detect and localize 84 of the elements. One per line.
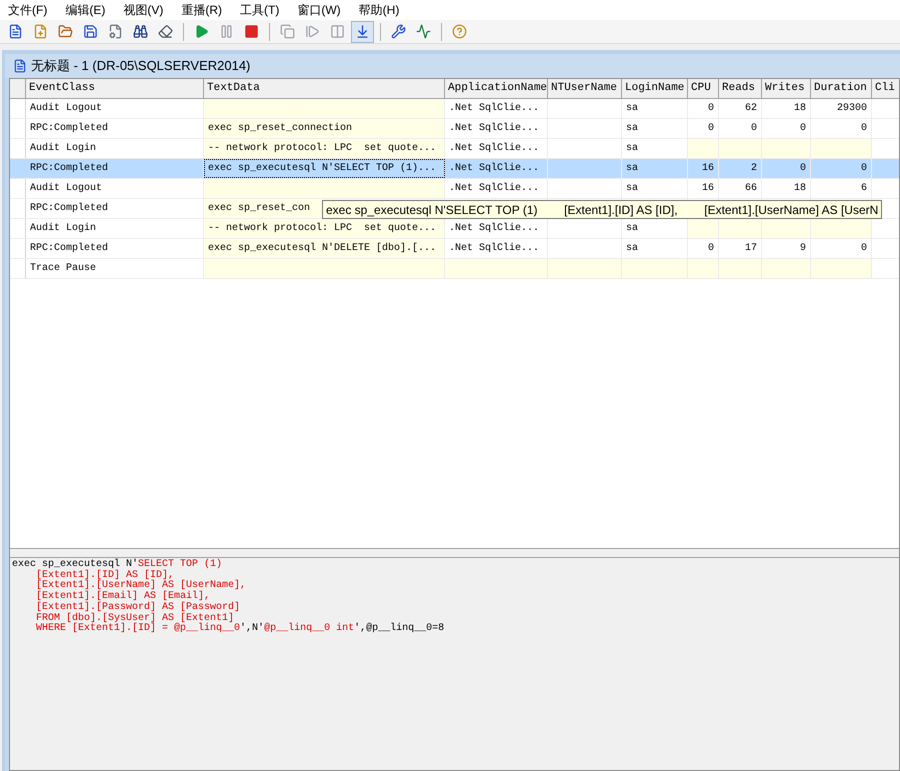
- selected-row[interactable]: RPC:Completed exec sp_executesql N'SELECT TOP (1)... .Net SqlClie... sa 16 2 0 0: [10, 159, 899, 179]
- table-cell: 62: [719, 99, 762, 118]
- table-cell: 2: [719, 159, 762, 178]
- splitter-bar[interactable]: [10, 548, 899, 558]
- table-cell: .Net SqlClie...: [445, 119, 548, 138]
- stop-icon: [244, 24, 259, 39]
- column-header[interactable]: Reads: [719, 79, 762, 98]
- menu-item[interactable]: 窗口(W): [293, 1, 345, 19]
- code-line: WHERE [Extent1].[ID] = @p__linq__0',N'@p__linq__0 int',@p__linq__0=8: [35, 624, 446, 635]
- pause-icon: [219, 24, 234, 39]
- column-header[interactable]: LoginName: [622, 79, 688, 98]
- table-cell: 0: [811, 239, 872, 258]
- table-cell: exec sp_executesql N'DELETE [dbo].[...: [204, 239, 445, 258]
- menu-item[interactable]: 重播(R): [177, 1, 226, 19]
- table-cell: 18: [762, 99, 811, 118]
- column-header[interactable]: TextData: [204, 79, 445, 98]
- table-cell: .Net SqlClie...: [445, 139, 548, 158]
- binoculars-icon: [133, 24, 148, 39]
- table-cell: 0: [719, 119, 762, 138]
- table-cell: sa: [622, 99, 688, 118]
- table-cell: sa: [622, 159, 688, 178]
- help-icon: [452, 24, 467, 39]
- folder-icon: [58, 24, 73, 39]
- table-cell: 18: [762, 179, 811, 198]
- play-icon: [194, 24, 209, 39]
- toolbar-button[interactable]: [351, 20, 374, 42]
- column-header[interactable]: Writes: [762, 79, 811, 98]
- column-header[interactable]: NTUserName: [548, 79, 622, 98]
- column-header[interactable]: Cli: [872, 79, 900, 98]
- table-cell: -- network protocol: LPC set quote...: [204, 219, 445, 238]
- code-line: [Extent1].[Password] AS [Password]: [35, 602, 242, 613]
- save-icon: [83, 24, 98, 39]
- code-line: [Extent1].[UserName] AS [UserName],: [35, 581, 248, 592]
- table-cell: 29300: [811, 99, 872, 118]
- table-cell: sa: [622, 119, 688, 138]
- table-cell: 0: [811, 119, 872, 138]
- table-cell: .Net SqlClie...: [445, 179, 548, 198]
- menu-item[interactable]: 视图(V): [119, 1, 168, 19]
- menu-item[interactable]: 工具(T): [236, 1, 284, 19]
- menu-item[interactable]: 编辑(E): [61, 1, 110, 19]
- menu-item[interactable]: 帮助(H): [354, 1, 404, 19]
- copy-icon: [280, 24, 295, 39]
- code-line: exec sp_executesql N'SELECT TOP (1): [12, 560, 224, 570]
- table-cell: .Net SqlClie...: [445, 239, 548, 258]
- table-cell: -- network protocol: LPC set quote...: [204, 139, 445, 158]
- table-cell: 0: [811, 159, 872, 178]
- table-cell: 0: [688, 119, 719, 138]
- table-cell: 17: [719, 239, 762, 258]
- tooltip: exec sp_executesql N'SELECT TOP (1) [Extent1].[ID] AS [ID], [Extent1].[UserName] AS [UserN: [322, 200, 882, 219]
- table-cell: 66: [719, 179, 762, 198]
- menu-item[interactable]: 文件(F): [4, 1, 52, 19]
- step-icon: [305, 24, 320, 39]
- column-header[interactable]: ApplicationName: [445, 79, 548, 98]
- table-cell: 6: [811, 179, 872, 198]
- eraser-icon: [158, 24, 173, 39]
- chart-icon: [416, 24, 431, 39]
- table-cell: sa: [622, 239, 688, 258]
- code-line: [Extent1].[Email] AS [Email],: [35, 592, 210, 602]
- column-header[interactable]: Duration: [811, 79, 872, 98]
- table-cell: sa: [622, 179, 688, 198]
- table-cell: 16: [688, 179, 719, 198]
- table-cell: 0: [688, 99, 719, 118]
- table-cell: 9: [762, 239, 811, 258]
- wrench-icon: [391, 24, 406, 39]
- document-icon: [8, 24, 23, 39]
- document-gear-icon: [108, 24, 123, 39]
- table-cell: 16: [688, 159, 719, 178]
- table-cell: exec sp_reset_connection: [204, 119, 445, 138]
- table-cell: RPC:Completed: [26, 159, 204, 178]
- scroll-down-icon: [355, 24, 370, 39]
- column-header[interactable]: EventClass: [26, 79, 204, 98]
- code-line: FROM [dbo].[SysUser] AS [Extent1]: [35, 614, 234, 624]
- window-icon: [13, 59, 27, 73]
- table-cell: 0: [688, 239, 719, 258]
- column-header[interactable]: CPU: [688, 79, 719, 98]
- table-cell: exec sp_executesql N'SELECT TOP (1)...: [204, 159, 445, 178]
- table-cell: 0: [762, 159, 811, 178]
- table-cell: .Net SqlClie...: [445, 159, 548, 178]
- table-cell: 0: [762, 119, 811, 138]
- window-title: 无标题 - 1 (DR-05\SQLSERVER2014): [31, 57, 250, 76]
- table-cell: .Net SqlClie...: [445, 99, 548, 118]
- code-line: [Extent1].[ID] AS [ID],: [35, 570, 176, 581]
- columns-icon: [330, 24, 345, 39]
- new-file-icon: [33, 24, 48, 39]
